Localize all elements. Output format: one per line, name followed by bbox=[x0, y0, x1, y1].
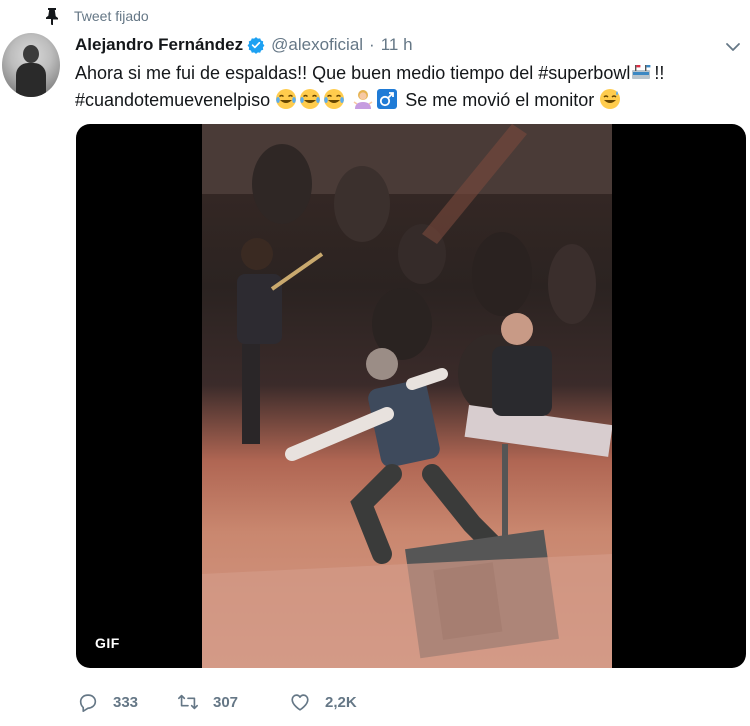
male-sign-emoji bbox=[376, 88, 398, 110]
tweet-text-part-1: Ahora si me fui de espaldas!! Que buen m… bbox=[75, 63, 631, 83]
retweet-button[interactable]: 307 bbox=[177, 691, 289, 713]
chevron-down-icon[interactable] bbox=[724, 38, 742, 56]
pinned-tweet-label: Tweet fijado bbox=[44, 6, 149, 26]
sweat-smile-emoji bbox=[599, 88, 621, 110]
hashtag-cuandotemuevenelpiso[interactable]: #cuandotemuevenelpiso bbox=[75, 90, 270, 110]
verified-badge-icon bbox=[247, 37, 265, 54]
like-button[interactable]: 2,2K bbox=[289, 691, 357, 713]
tweet-header: Alejandro Fernández @alexoficial · 11 h bbox=[75, 33, 413, 57]
pinned-label-text: Tweet fijado bbox=[74, 8, 149, 24]
joy-emoji bbox=[275, 88, 297, 110]
author-name[interactable]: Alejandro Fernández bbox=[75, 35, 243, 55]
author-handle[interactable]: @alexoficial bbox=[271, 35, 363, 55]
tweet-text-part-2: Se me movió el monitor bbox=[400, 90, 595, 110]
retweet-icon bbox=[178, 694, 198, 710]
reply-icon bbox=[79, 694, 97, 712]
separator-dot: · bbox=[369, 35, 375, 54]
stadium-emoji bbox=[630, 61, 652, 83]
gif-badge: GIF bbox=[88, 632, 127, 654]
joy-emoji bbox=[323, 88, 345, 110]
gif-media[interactable]: GIF bbox=[76, 124, 746, 668]
heart-icon bbox=[291, 694, 309, 711]
tweet-timestamp[interactable]: 11 h bbox=[381, 35, 413, 55]
tweet-text: Ahora si me fui de espaldas!! Que buen m… bbox=[75, 60, 735, 114]
tweet-line-2: #cuandotemuevenelpiso Se me movió el mon… bbox=[75, 87, 735, 114]
gif-frame[interactable] bbox=[202, 124, 612, 668]
reply-count: 333 bbox=[113, 693, 139, 711]
pin-icon bbox=[46, 8, 58, 25]
like-count: 2,2K bbox=[325, 693, 357, 711]
woman-shrugging-emoji bbox=[352, 88, 374, 110]
joy-emoji bbox=[299, 88, 321, 110]
tweet-line-1: Ahora si me fui de espaldas!! Que buen m… bbox=[75, 60, 735, 87]
tweet-text-part-1-end: !! bbox=[654, 63, 665, 83]
avatar[interactable] bbox=[2, 33, 60, 97]
concert-scene bbox=[202, 124, 612, 668]
retweet-count: 307 bbox=[213, 693, 239, 711]
tweet-actions: 333 307 2,2K bbox=[77, 690, 357, 714]
reply-button[interactable]: 333 bbox=[77, 691, 177, 713]
